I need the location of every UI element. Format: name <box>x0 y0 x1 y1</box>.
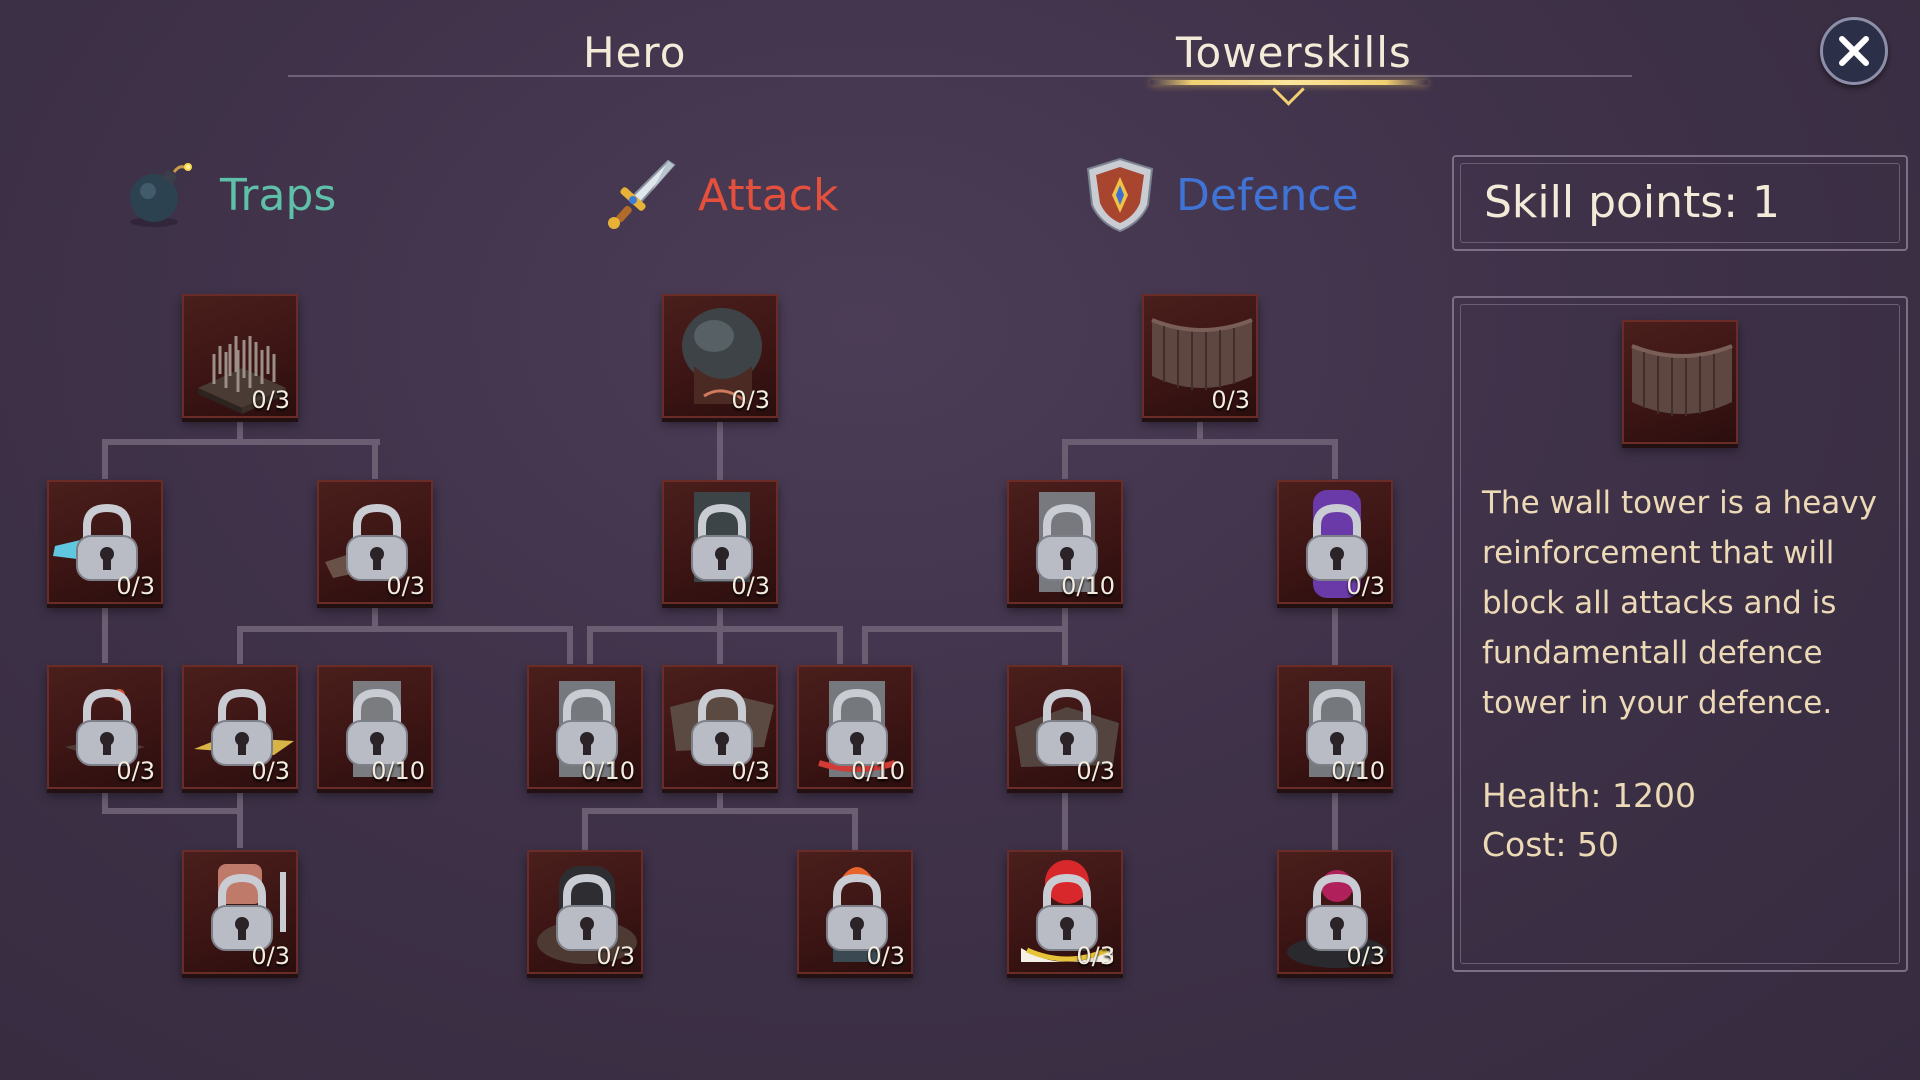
skill-level-count: 0/3 <box>731 572 770 600</box>
tree-connector <box>567 626 573 664</box>
skill-description: The wall tower is a heavy reinforcement … <box>1482 485 1877 721</box>
tree-connector <box>587 626 593 664</box>
tree-connector <box>1062 603 1068 667</box>
skill-level-count: 0/3 <box>1076 757 1115 785</box>
skill-node-locked[interactable]: 0/3 <box>662 480 778 604</box>
tree-connector <box>102 603 108 663</box>
skill-level-count: 0/10 <box>1331 757 1385 785</box>
skill-level-count: 0/3 <box>251 942 290 970</box>
skill-level-count: 0/3 <box>866 942 905 970</box>
tree-connector <box>102 439 108 479</box>
skill-node-spike-trap[interactable]: 0/3 <box>182 294 298 418</box>
tree-connector <box>1332 439 1338 479</box>
skill-level-count: 0/10 <box>851 757 905 785</box>
tree-connector <box>237 626 243 664</box>
skill-level-count: 0/3 <box>731 386 770 414</box>
skill-level-count: 0/3 <box>1346 572 1385 600</box>
category-attack: Attack <box>600 155 838 235</box>
tree-connector <box>1062 439 1338 445</box>
skill-node-locked[interactable]: 0/10 <box>1277 665 1393 789</box>
skill-node-locked[interactable]: 0/3 <box>47 480 163 604</box>
skill-cost: Cost: 50 <box>1482 825 1619 864</box>
skill-node-locked[interactable]: 0/10 <box>797 665 913 789</box>
active-tab-marker <box>1272 73 1305 106</box>
skill-level-count: 0/3 <box>731 757 770 785</box>
close-button[interactable] <box>1820 17 1888 85</box>
tree-connector <box>717 418 723 480</box>
category-defence: Defence <box>1082 155 1359 235</box>
selected-skill-image <box>1622 320 1738 444</box>
tab-hero[interactable]: Hero <box>583 28 686 77</box>
category-defence-label: Defence <box>1176 169 1359 221</box>
skill-level-count: 0/3 <box>1346 942 1385 970</box>
tree-connector <box>587 626 843 632</box>
tree-connector <box>862 626 868 664</box>
tree-connector <box>582 808 588 850</box>
skill-node-stone-tower[interactable]: 0/3 <box>662 294 778 418</box>
skill-node-locked[interactable]: 0/3 <box>1007 850 1123 974</box>
tree-connector <box>582 808 858 814</box>
tree-connector <box>372 439 378 479</box>
skill-level-count: 0/10 <box>581 757 635 785</box>
tree-connector <box>717 626 723 664</box>
skill-level-count: 0/10 <box>1061 572 1115 600</box>
category-traps-label: Traps <box>220 169 337 221</box>
skill-node-locked[interactable]: 0/3 <box>527 850 643 974</box>
skill-points-label: Skill points: 1 <box>1484 177 1781 228</box>
tab-towerskills[interactable]: Towerskills <box>1176 28 1412 77</box>
skill-level-count: 0/3 <box>1211 386 1250 414</box>
skill-level-count: 0/3 <box>386 572 425 600</box>
skill-points-panel: Skill points: 1 <box>1452 155 1908 251</box>
skill-info-panel: The wall tower is a heavy reinforcement … <box>1452 296 1908 972</box>
skill-health: Health: 1200 <box>1482 776 1696 815</box>
skill-level-count: 0/10 <box>371 757 425 785</box>
skill-node-locked[interactable]: 0/3 <box>1277 480 1393 604</box>
tree-connector <box>1062 439 1068 479</box>
skill-level-count: 0/3 <box>251 757 290 785</box>
tree-connector <box>102 808 243 814</box>
close-icon <box>1839 36 1869 66</box>
skill-node-locked[interactable]: 0/3 <box>317 480 433 604</box>
tree-connector <box>102 439 380 445</box>
skill-node-locked[interactable]: 0/3 <box>662 665 778 789</box>
tree-connector <box>1332 603 1338 667</box>
skill-level-count: 0/3 <box>596 942 635 970</box>
tree-connector <box>862 626 1068 632</box>
category-attack-label: Attack <box>698 169 839 221</box>
skill-node-locked[interactable]: 0/10 <box>1007 480 1123 604</box>
bomb-icon <box>130 163 192 227</box>
skill-level-count: 0/3 <box>116 572 155 600</box>
sword-icon <box>608 159 676 229</box>
skill-level-count: 0/3 <box>251 386 290 414</box>
tree-connector <box>237 626 570 632</box>
skill-level-count: 0/3 <box>1076 942 1115 970</box>
tree-connector <box>837 626 843 664</box>
tree-connector <box>1062 788 1068 850</box>
tab-bar-divider <box>288 75 1632 77</box>
tree-connector <box>237 788 243 848</box>
skill-node-locked[interactable]: 0/3 <box>1007 665 1123 789</box>
tree-connector <box>1332 788 1338 850</box>
skill-node-locked[interactable]: 0/10 <box>527 665 643 789</box>
skill-node-locked[interactable]: 0/3 <box>182 665 298 789</box>
wall-icon <box>1631 344 1733 416</box>
skill-node-locked[interactable]: 0/3 <box>797 850 913 974</box>
skill-level-count: 0/3 <box>116 757 155 785</box>
skill-node-locked[interactable]: 0/3 <box>1277 850 1393 974</box>
skill-node-locked[interactable]: 0/3 <box>47 665 163 789</box>
skill-node-locked[interactable]: 0/10 <box>317 665 433 789</box>
skill-node-wall-tower[interactable]: 0/3 <box>1142 294 1258 418</box>
category-traps: Traps <box>122 155 336 235</box>
shield-icon <box>1086 157 1154 233</box>
tree-connector <box>852 808 858 850</box>
skill-node-locked[interactable]: 0/3 <box>182 850 298 974</box>
